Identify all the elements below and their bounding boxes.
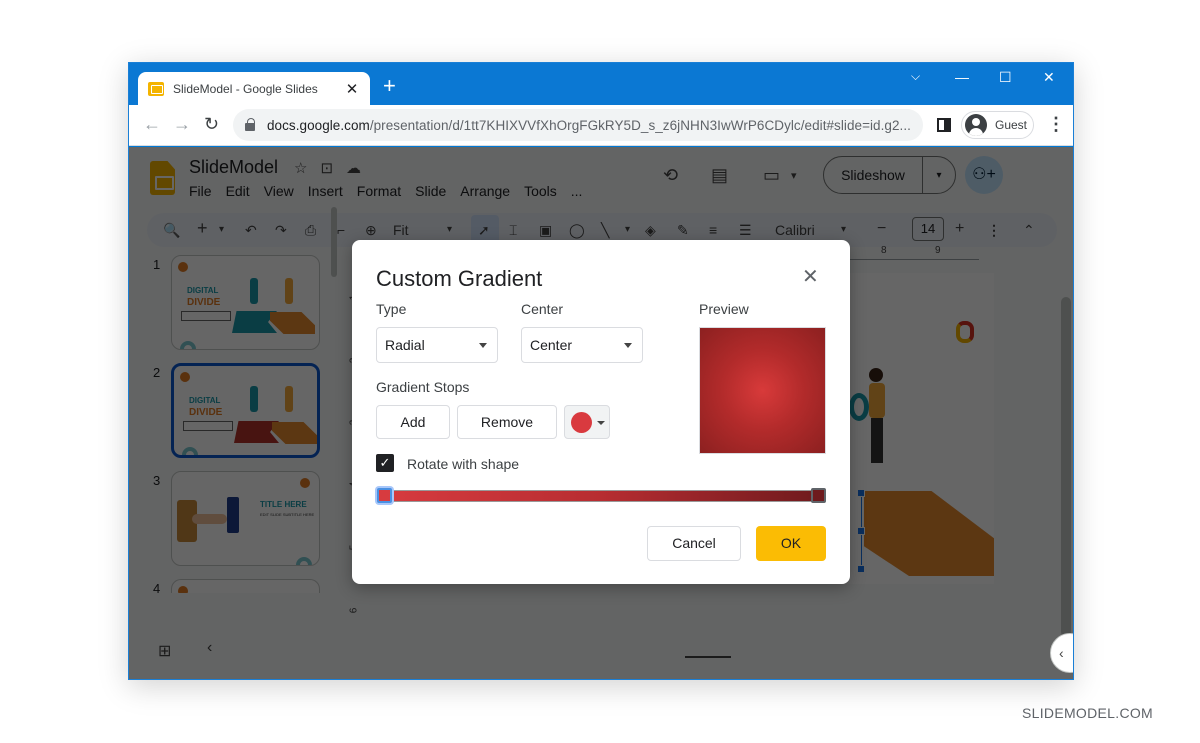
stop-color-button[interactable] — [564, 405, 610, 439]
gradient-preview — [699, 327, 826, 454]
center-label: Center — [521, 301, 564, 317]
gradient-bar[interactable] — [378, 490, 824, 502]
gradient-stop-handle[interactable] — [811, 488, 826, 503]
side-panel-icon[interactable] — [937, 118, 951, 132]
back-button[interactable]: ← — [143, 114, 161, 134]
chevron-down-icon — [479, 343, 487, 348]
url-text: docs.google.com/presentation/d/1tt7KHIXV… — [267, 118, 911, 133]
minimize-button[interactable]: — — [955, 69, 969, 85]
chevron-down-icon — [624, 343, 632, 348]
new-tab-button[interactable]: + — [383, 75, 396, 97]
preview-label: Preview — [699, 301, 749, 317]
gradient-stop-handle[interactable] — [377, 488, 392, 503]
avatar-icon — [965, 114, 987, 136]
address-bar[interactable]: docs.google.com/presentation/d/1tt7KHIXV… — [233, 109, 923, 141]
center-value: Center — [530, 337, 573, 353]
tab-search-icon[interactable]: ⌵ — [911, 69, 920, 84]
url-path: /presentation/d/1tt7KHIXVVfXhOrgFGkRY5D_… — [369, 117, 911, 133]
close-window-button[interactable]: ✕ — [1043, 69, 1055, 86]
rotate-with-shape-label: Rotate with shape — [407, 456, 520, 472]
screenshot-stage: SlideModel - Google Slides ✕ + ⌵ — ☐ ✕ ←… — [0, 0, 1200, 743]
chevron-left-icon: ‹ — [1059, 645, 1064, 661]
color-swatch — [571, 412, 592, 433]
url-host: docs.google.com — [267, 117, 370, 133]
dialog-title: Custom Gradient — [376, 266, 543, 291]
watermark: SLIDEMODEL.COM — [1022, 705, 1153, 721]
type-label: Type — [376, 301, 407, 317]
close-icon[interactable]: ✕ — [802, 266, 819, 288]
lock-icon — [245, 118, 255, 131]
browser-tab[interactable]: SlideModel - Google Slides ✕ — [138, 72, 370, 105]
maximize-button[interactable]: ☐ — [999, 69, 1012, 86]
browser-menu-icon[interactable]: ⋮ — [1047, 115, 1065, 133]
tab-strip: SlideModel - Google Slides ✕ + ⌵ — ☐ ✕ — [129, 63, 1073, 105]
slides-favicon-icon — [148, 81, 164, 96]
tab-close-icon[interactable]: ✕ — [344, 80, 360, 98]
custom-gradient-dialog: Custom Gradient ✕ Type Radial Center Cen… — [352, 240, 850, 584]
gradient-stops-label: Gradient Stops — [376, 379, 470, 395]
type-value: Radial — [385, 337, 425, 353]
reload-button[interactable]: ↻ — [204, 114, 219, 134]
cancel-button[interactable]: Cancel — [647, 526, 741, 561]
add-stop-button[interactable]: Add — [376, 405, 450, 439]
profile-label: Guest — [995, 118, 1028, 132]
navigation-bar: ← → ↻ docs.google.com/presentation/d/1tt… — [129, 105, 1073, 146]
chevron-down-icon — [597, 421, 605, 425]
type-select[interactable]: Radial — [376, 327, 498, 363]
rotate-with-shape-checkbox[interactable]: ✓ — [376, 454, 394, 472]
profile-button[interactable]: Guest — [961, 111, 1034, 139]
ok-button[interactable]: OK — [756, 526, 826, 561]
forward-button[interactable]: → — [173, 114, 191, 134]
remove-stop-button[interactable]: Remove — [457, 405, 557, 439]
center-select[interactable]: Center — [521, 327, 643, 363]
tab-title: SlideModel - Google Slides — [173, 81, 318, 96]
